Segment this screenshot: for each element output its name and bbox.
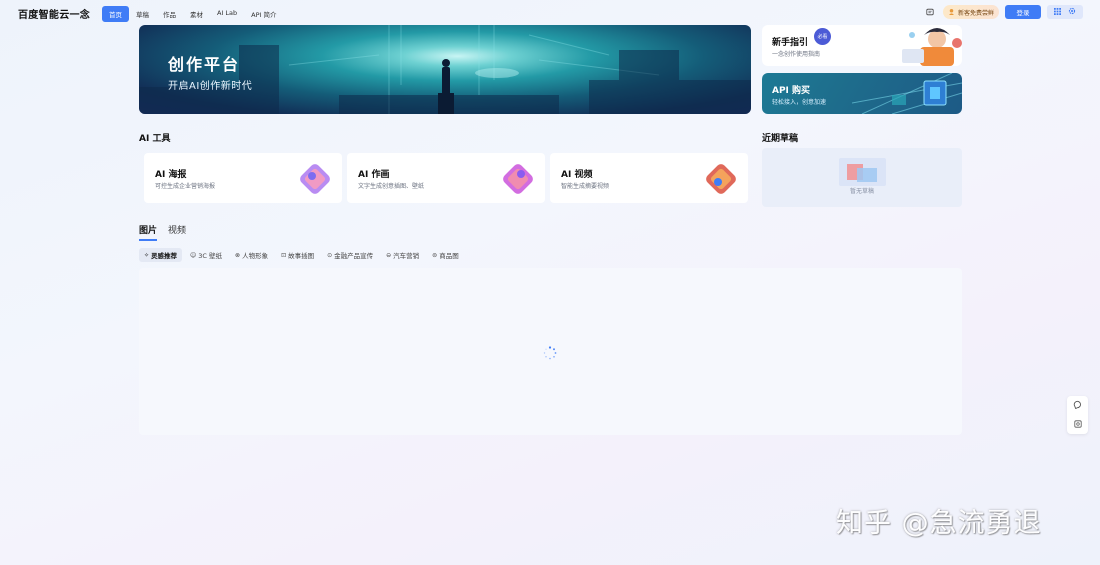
nav-home[interactable]: 首页 xyxy=(102,6,129,22)
drafts-empty-text: 暂无草稿 xyxy=(849,188,874,195)
tool-subtitle: 可控生成企业营销海报 xyxy=(155,183,216,190)
banner-title: 创作平台 xyxy=(168,55,241,74)
gallery-filters: ✧ 灵感推荐 ☺ 3C 壁纸 ⊗ 人物形象 ⊡ 故事插图 ⊙ 金融产品宣传 ⊖ … xyxy=(139,248,464,262)
qrcode-icon[interactable] xyxy=(1073,420,1082,430)
recent-drafts-panel: 暂无草稿 xyxy=(762,148,962,207)
guide-illustration xyxy=(902,28,962,66)
nav-ai-lab[interactable]: AI Lab xyxy=(210,6,244,22)
feedback-icon[interactable] xyxy=(1073,400,1082,411)
hero-banner[interactable]: 创作平台 开启AI创作新时代 xyxy=(139,25,751,114)
person-icon: ⊗ xyxy=(235,251,241,259)
gear-icon[interactable] xyxy=(1068,7,1076,17)
api-card-title: API 购买 xyxy=(772,86,811,96)
drafts-heading: 近期草稿 xyxy=(762,134,799,144)
sparkle-icon: ✧ xyxy=(144,251,150,259)
tool-title: AI 海报 xyxy=(155,170,187,180)
car-icon: ⊖ xyxy=(386,251,392,259)
beginner-guide-card[interactable]: 新手指引 必看 一念创作使用指南 xyxy=(762,25,962,66)
filter-car-marketing[interactable]: ⊖ 汽车营销 xyxy=(381,248,424,262)
grid-icon[interactable] xyxy=(1054,7,1062,17)
header-actions: 新客免费尝鲜 登录 xyxy=(923,5,1083,19)
filter-label: 人物形象 xyxy=(242,252,269,260)
banner-subtitle: 开启AI创作新时代 xyxy=(168,81,253,92)
api-illustration xyxy=(852,73,962,114)
tool-ai-poster[interactable]: AI 海报 可控生成企业营销海报 xyxy=(144,153,342,203)
poster-tool-icon xyxy=(300,164,330,194)
filter-label: 商品图 xyxy=(439,252,459,260)
free-trial-promo[interactable]: 新客免费尝鲜 xyxy=(942,5,999,19)
filter-label: 灵感推荐 xyxy=(151,252,178,260)
coin-icon: ⊙ xyxy=(327,251,333,259)
filter-product-image[interactable]: ⊜ 商品图 xyxy=(427,248,464,262)
video-tool-icon xyxy=(706,164,736,194)
message-icon[interactable] xyxy=(923,5,937,19)
tab-images[interactable]: 图片 xyxy=(139,223,158,241)
filter-story-illustration[interactable]: ⊡ 故事插图 xyxy=(276,248,319,262)
api-purchase-card[interactable]: API 购买 轻松接入，创意加速 xyxy=(762,73,962,114)
nav-assets[interactable]: 素材 xyxy=(183,6,210,22)
tab-videos[interactable]: 视频 xyxy=(168,223,186,241)
nav-works[interactable]: 作品 xyxy=(156,6,183,22)
filter-label: 汽车营销 xyxy=(393,252,420,260)
painting-tool-icon xyxy=(503,164,533,194)
image-icon: ⊡ xyxy=(281,251,287,259)
tool-ai-video[interactable]: AI 视频 智能生成摘要视频 xyxy=(550,153,748,203)
filter-inspiration[interactable]: ✧ 灵感推荐 xyxy=(139,248,183,262)
empty-drafts-illustration xyxy=(839,158,886,186)
filter-label: 故事插图 xyxy=(288,252,315,260)
filter-label: 金融产品宣传 xyxy=(334,252,374,260)
nav-api-intro[interactable]: API 简介 xyxy=(244,6,283,22)
nav-drafts[interactable]: 草稿 xyxy=(129,6,156,22)
tool-subtitle: 文字生成创意插图、壁纸 xyxy=(358,183,425,190)
filter-character[interactable]: ⊗ 人物形象 xyxy=(230,248,273,262)
zhihu-watermark: 知乎 @急流勇退 xyxy=(836,508,1042,539)
filter-finance-promo[interactable]: ⊙ 金融产品宣传 xyxy=(322,248,378,262)
floating-toolbar xyxy=(1067,396,1088,434)
top-header: 百度智能云一念 首页 草稿 作品 素材 AI Lab API 简介 新客免费尝鲜… xyxy=(0,0,1100,26)
guide-title: 新手指引 xyxy=(772,38,809,48)
guide-badge: 必看 xyxy=(814,28,831,45)
app-tools xyxy=(1047,5,1083,19)
tool-title: AI 作画 xyxy=(358,170,390,180)
ai-tools-heading: AI 工具 xyxy=(139,134,171,144)
bag-icon: ⊜ xyxy=(432,251,438,259)
gallery-tabs: 图片 视频 xyxy=(139,223,186,241)
api-card-subtitle: 轻松接入，创意加速 xyxy=(772,99,827,106)
filter-3c-wallpaper[interactable]: ☺ 3C 壁纸 xyxy=(185,248,227,262)
main-nav: 首页 草稿 作品 素材 AI Lab API 简介 xyxy=(102,6,284,22)
filter-label: 3C 壁纸 xyxy=(198,252,223,260)
promo-label: 新客免费尝鲜 xyxy=(957,9,994,17)
tool-ai-painting[interactable]: AI 作画 文字生成创意插图、壁纸 xyxy=(347,153,545,203)
smile-icon: ☺ xyxy=(190,251,197,259)
tool-subtitle: 智能生成摘要视频 xyxy=(561,183,610,190)
login-button[interactable]: 登录 xyxy=(1005,5,1041,19)
site-logo[interactable]: 百度智能云一念 xyxy=(18,6,90,21)
tool-title: AI 视频 xyxy=(561,170,593,180)
gift-icon xyxy=(948,8,955,17)
loading-spinner-icon xyxy=(543,346,557,360)
guide-subtitle: 一念创作使用指南 xyxy=(772,51,821,58)
